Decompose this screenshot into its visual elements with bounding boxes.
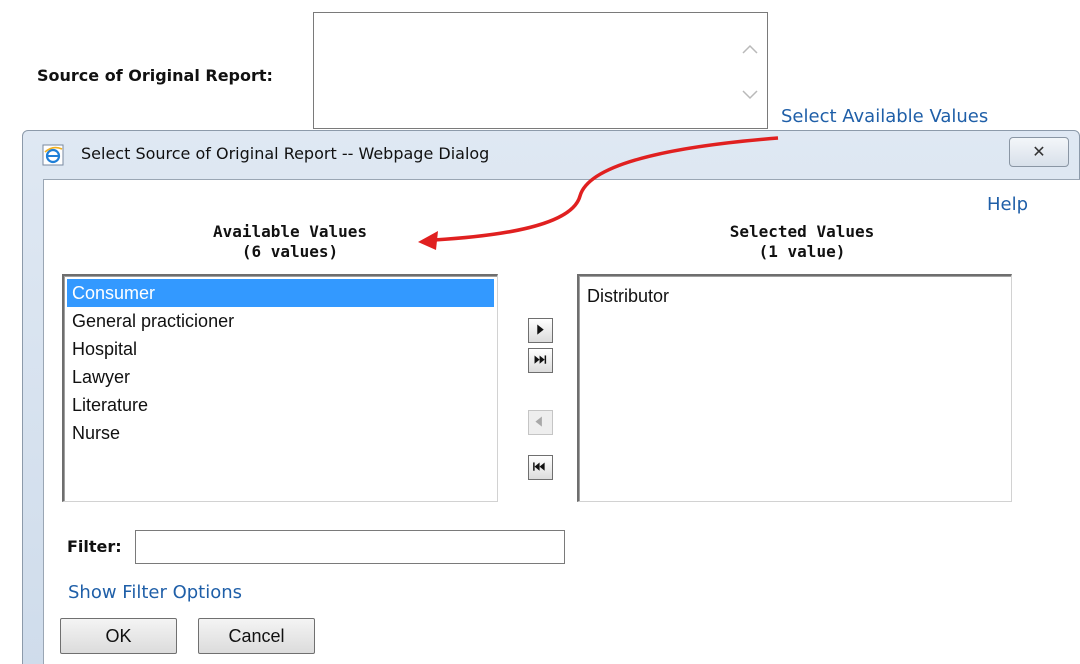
remove-selected-button[interactable] bbox=[528, 410, 553, 435]
internet-explorer-icon bbox=[42, 144, 64, 166]
help-link[interactable]: Help bbox=[987, 194, 1028, 215]
list-item[interactable]: Lawyer bbox=[67, 363, 494, 391]
list-item[interactable]: Hospital bbox=[67, 335, 494, 363]
available-values-listbox[interactable]: Consumer General practicioner Hospital L… bbox=[62, 274, 498, 502]
double-arrow-right-icon bbox=[534, 355, 547, 364]
filter-input[interactable] bbox=[135, 530, 565, 564]
close-icon: ✕ bbox=[1032, 142, 1046, 161]
scroll-down-icon[interactable] bbox=[741, 89, 759, 101]
selected-values-listbox[interactable]: Distributor bbox=[577, 274, 1012, 502]
selected-values-header: Selected Values (1 value) bbox=[672, 222, 932, 262]
screenshot-stage: Source of Original Report: Select Availa… bbox=[0, 0, 1080, 664]
add-all-button[interactable] bbox=[528, 348, 553, 373]
scroll-up-icon[interactable] bbox=[741, 43, 759, 55]
selected-values-title: Selected Values bbox=[729, 222, 875, 241]
cancel-button[interactable]: Cancel bbox=[198, 618, 315, 654]
list-item[interactable]: General practicioner bbox=[67, 307, 494, 335]
dialog-close-button[interactable]: ✕ bbox=[1009, 137, 1069, 167]
source-textarea[interactable] bbox=[313, 12, 768, 129]
ok-button[interactable]: OK bbox=[60, 618, 177, 654]
selected-values-count: (1 value) bbox=[758, 242, 846, 261]
available-values-count: (6 values) bbox=[241, 242, 339, 261]
list-item[interactable]: Consumer bbox=[67, 279, 494, 307]
show-filter-options-link[interactable]: Show Filter Options bbox=[68, 582, 242, 603]
source-field-label: Source of Original Report: bbox=[37, 66, 273, 85]
list-item[interactable]: Distributor bbox=[579, 282, 1011, 310]
available-values-header: Available Values (6 values) bbox=[160, 222, 420, 262]
dialog-titlebar[interactable]: Select Source of Original Report -- Webp… bbox=[23, 131, 1079, 179]
filter-label: Filter: bbox=[67, 537, 122, 556]
arrow-right-icon bbox=[537, 324, 544, 335]
select-available-values-link[interactable]: Select Available Values bbox=[781, 106, 988, 127]
add-selected-button[interactable] bbox=[528, 318, 553, 343]
double-arrow-left-icon bbox=[533, 462, 545, 471]
dialog-title: Select Source of Original Report -- Webp… bbox=[81, 144, 490, 163]
list-item[interactable]: Literature bbox=[67, 391, 494, 419]
list-item[interactable]: Nurse bbox=[67, 419, 494, 447]
available-values-title: Available Values bbox=[212, 222, 368, 241]
remove-all-button[interactable] bbox=[528, 455, 553, 480]
arrow-left-icon bbox=[535, 416, 542, 427]
